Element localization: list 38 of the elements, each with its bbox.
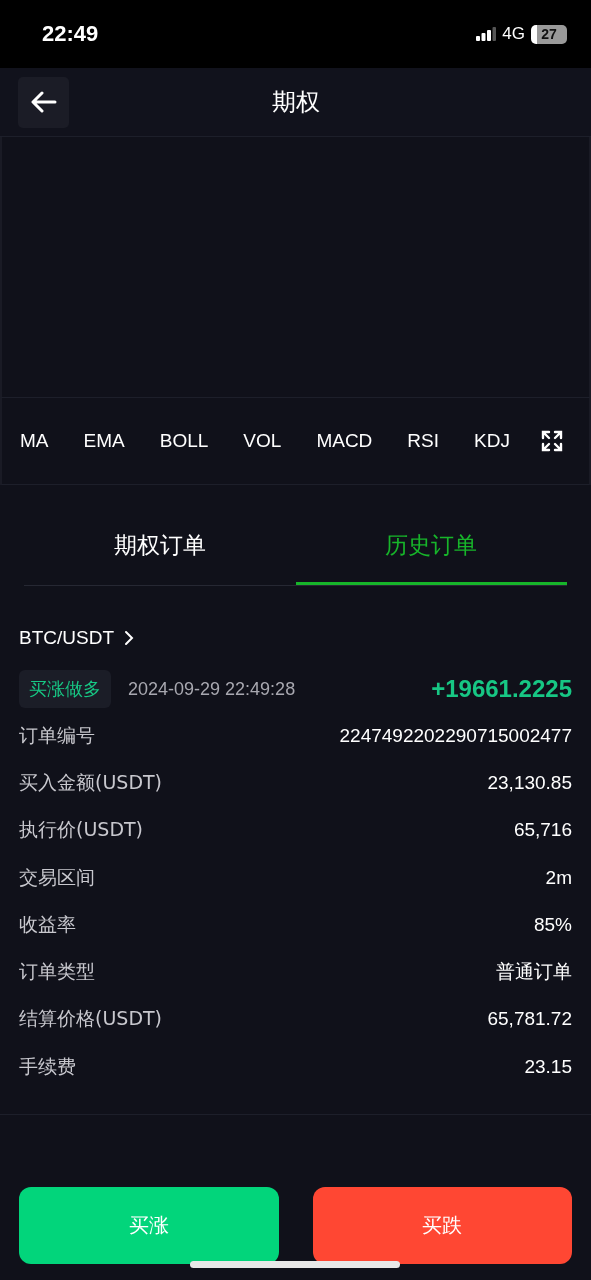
- field-label: 买入金额(USDT): [19, 769, 163, 795]
- field-value: 65,781.72: [487, 1008, 572, 1031]
- indicator-tab[interactable]: VOL: [239, 430, 286, 452]
- direction-tag: 买涨做多: [19, 670, 111, 708]
- indicator-tab[interactable]: MACD: [312, 430, 377, 452]
- field-value: 85%: [533, 913, 572, 936]
- clock-time: 22:49: [42, 21, 99, 47]
- indicator-tab[interactable]: BOLL: [155, 430, 213, 452]
- network-label: 4G: [502, 24, 525, 44]
- field-label: 结算价格(USDT): [19, 1006, 163, 1032]
- back-arrow-icon: [30, 91, 57, 113]
- page-title: 期权: [271, 87, 320, 117]
- indicator-tab[interactable]: MA: [16, 430, 53, 452]
- field-label: 订单编号: [19, 722, 95, 748]
- field-label: 执行价(USDT): [19, 817, 144, 843]
- order-tab[interactable]: 期权订单: [24, 509, 296, 585]
- indicator-tab[interactable]: EMA: [79, 430, 129, 452]
- field-value: 2m: [545, 866, 572, 889]
- field-value: 23,130.85: [487, 771, 572, 794]
- back-button[interactable]: [18, 76, 69, 128]
- field-label: 交易区间: [19, 864, 95, 890]
- chevron-right-icon: [124, 630, 134, 646]
- pair-link[interactable]: BTC/USDT: [19, 627, 114, 649]
- field-value: 普通订单: [496, 960, 572, 985]
- field-value: 23.15: [524, 1055, 572, 1078]
- field-label: 手续费: [19, 1053, 76, 1079]
- order-time: 2024-09-29 22:49:28: [128, 678, 296, 700]
- field-value: 65,716: [513, 819, 572, 842]
- profit-amount: +19661.2225: [431, 675, 572, 703]
- indicator-tab[interactable]: RSI: [403, 430, 444, 452]
- signal-icon: [476, 27, 497, 41]
- field-label: 订单类型: [19, 959, 95, 985]
- order-tab[interactable]: 历史订单: [295, 509, 567, 585]
- indicator-tab[interactable]: KDJ: [470, 430, 514, 452]
- battery-percent: 27: [541, 26, 557, 42]
- fullscreen-icon[interactable]: [540, 430, 563, 452]
- field-value: 2247492202290715002477: [339, 724, 572, 747]
- field-label: 收益率: [19, 911, 76, 937]
